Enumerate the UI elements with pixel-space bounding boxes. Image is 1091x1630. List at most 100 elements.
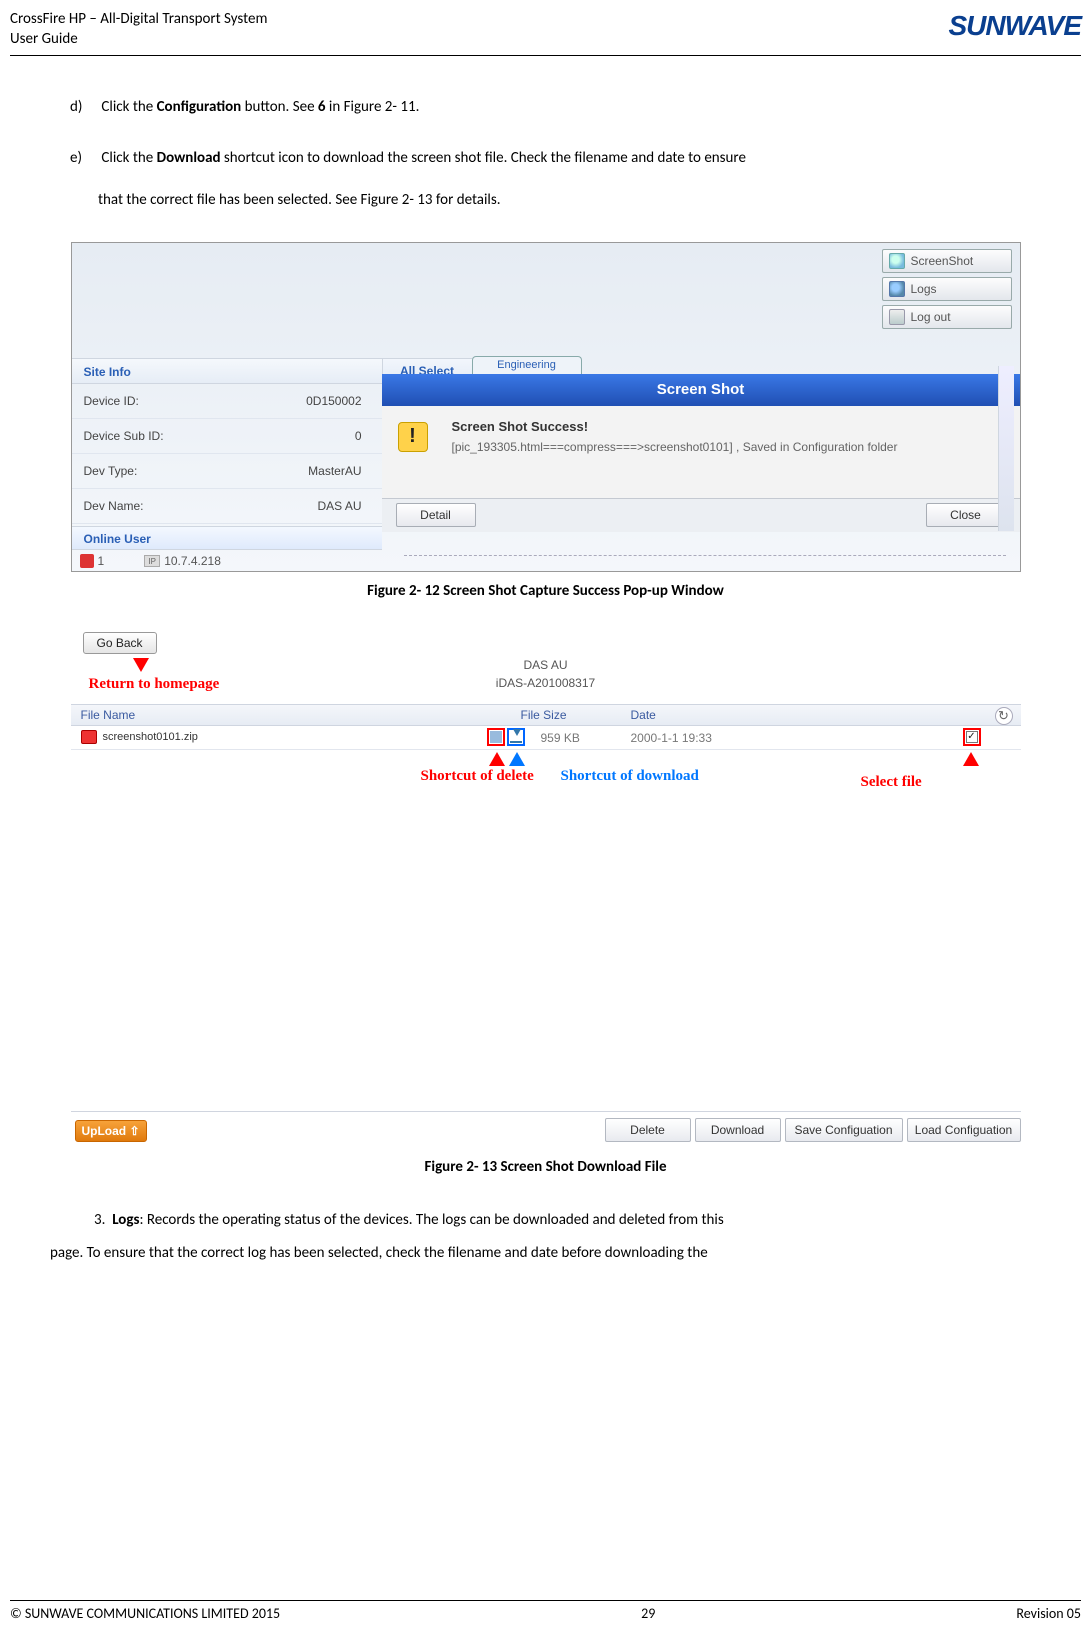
figure-2-13: Go Back Return to homepage DAS AU iDAS-A…	[71, 628, 1021, 1148]
close-button[interactable]: Close	[926, 503, 1006, 527]
save-config-button[interactable]: Save Configuation	[785, 1118, 903, 1142]
online-user-header[interactable]: Online User	[72, 526, 382, 550]
logout-label: Log out	[911, 310, 951, 324]
screenshot-label: ScreenShot	[911, 254, 974, 268]
trash-icon	[490, 731, 502, 743]
file-row[interactable]: screenshot0101.zip 959 KB 2000-1-1 19:33…	[71, 726, 1021, 750]
site-info-header[interactable]: Site Info	[72, 358, 382, 384]
row-device-sub: Device Sub ID:0	[72, 419, 382, 454]
doc-title-line1: CrossFire HP – All-Digital Transport Sys…	[10, 10, 267, 30]
refresh-icon: ↻	[998, 708, 1009, 724]
doc-title: CrossFire HP – All-Digital Transport Sys…	[10, 10, 267, 49]
checkbox-icon: ✓	[966, 731, 978, 743]
item-3-line1: : Records the operating status of the de…	[139, 1211, 723, 1229]
page-footer: © SUNWAVE COMMUNICATIONS LIMITED 2015 29…	[10, 1600, 1081, 1622]
go-back-button[interactable]: Go Back	[83, 632, 157, 654]
footer-left: © SUNWAVE COMMUNICATIONS LIMITED 2015	[10, 1605, 280, 1622]
device-sub-value: 0	[222, 429, 382, 443]
step-e: e) Click the Download shortcut icon to d…	[70, 147, 1061, 170]
doc-title-line2: User Guide	[10, 30, 267, 50]
step-d-mid: button. See	[241, 98, 318, 116]
step-d-bold2: 6	[318, 98, 326, 116]
zip-icon	[81, 730, 97, 744]
item-3-line2: page. To ensure that the correct log has…	[50, 1237, 1041, 1270]
file-date: 2000-1-1 19:33	[631, 731, 712, 745]
camera-icon	[889, 253, 905, 269]
delete-button[interactable]: Delete	[605, 1118, 691, 1142]
annotation-download: Shortcut of download	[561, 768, 699, 785]
step-e-line2: that the correct file has been selected.…	[98, 189, 1061, 212]
arrow-download-icon	[509, 752, 525, 766]
user-icon	[80, 554, 94, 568]
screenshot-button[interactable]: ScreenShot	[882, 249, 1012, 273]
dialog-button-bar: Detail Close	[382, 498, 1020, 532]
step-d-bold: Configuration	[157, 98, 242, 116]
marker-e: e)	[70, 147, 98, 170]
annotation-select: Select file	[861, 774, 922, 791]
detail-button[interactable]: Detail	[396, 503, 476, 527]
item-3-bold: Logs	[112, 1211, 139, 1229]
logs-button[interactable]: Logs	[882, 277, 1012, 301]
col-date[interactable]: Date	[631, 708, 656, 722]
select-file-box[interactable]: ✓	[963, 728, 981, 746]
figure-2-12: ScreenShot Logs Log out Site Info Device…	[71, 242, 1021, 572]
dev-type-value: MasterAU	[222, 464, 382, 478]
logout-icon	[889, 309, 905, 325]
footer-right: Revision 05	[1016, 1605, 1081, 1622]
dev-name-value: DAS AU	[222, 499, 382, 513]
ip-value: 10.7.4.218	[164, 554, 221, 568]
annotation-delete: Shortcut of delete	[421, 768, 534, 785]
row-device-id: Device ID:0D150002	[72, 384, 382, 419]
col-filename[interactable]: File Name	[81, 708, 136, 722]
online-user-row: 1 IP 10.7.4.218	[72, 550, 382, 572]
step-e-pre: Click the	[101, 149, 156, 167]
warning-icon: !	[398, 422, 428, 452]
site-info-table: Device ID:0D150002 Device Sub ID:0 Dev T…	[72, 384, 382, 524]
dev-name-label: Dev Name:	[72, 499, 222, 513]
step-d-pre: Click the	[101, 98, 156, 116]
axis-dash	[404, 555, 1006, 556]
footer-page-number: 29	[641, 1605, 655, 1622]
row-dev-type: Dev Type:MasterAU	[72, 454, 382, 489]
delete-shortcut[interactable]	[487, 728, 505, 746]
step-e-bold: Download	[157, 149, 221, 167]
ip-icon: IP	[144, 555, 160, 567]
upload-button[interactable]: UpLoad ⇧	[75, 1120, 147, 1142]
step-e-post1: shortcut icon to download the screen sho…	[221, 149, 746, 167]
figure-2-13-caption: Figure 2- 13 Screen Shot Download File	[30, 1158, 1061, 1176]
device-id-label: Device ID:	[72, 394, 222, 408]
download-icon	[510, 731, 522, 743]
dialog-title: Screen Shot	[382, 374, 1020, 406]
logo-icon: SUNWAVE	[949, 10, 1082, 42]
f2-title: DAS AU	[71, 658, 1021, 672]
device-sub-label: Device Sub ID:	[72, 429, 222, 443]
download-shortcut[interactable]	[507, 728, 525, 746]
user-count: 1	[98, 554, 105, 568]
logout-button[interactable]: Log out	[882, 305, 1012, 329]
arrow-delete-icon	[489, 752, 505, 766]
globe-icon	[889, 281, 905, 297]
device-id-value: 0D150002	[222, 394, 382, 408]
logs-label: Logs	[911, 282, 937, 296]
marker-d: d)	[70, 96, 98, 119]
page-header: CrossFire HP – All-Digital Transport Sys…	[10, 10, 1081, 56]
f2-subtitle: iDAS-A201008317	[71, 676, 1021, 690]
dev-type-label: Dev Type:	[72, 464, 222, 478]
file-table-header: File Name File Size Date ↻	[71, 704, 1021, 726]
figure-2-12-caption: Figure 2- 12 Screen Shot Capture Success…	[30, 582, 1061, 600]
col-filesize[interactable]: File Size	[521, 708, 567, 722]
step-d-post: in Figure 2- 11.	[326, 98, 420, 116]
toolbar-divider	[71, 1111, 1021, 1112]
load-config-button[interactable]: Load Configuation	[907, 1118, 1021, 1142]
file-name: screenshot0101.zip	[103, 731, 198, 743]
engineering-tab[interactable]: Engineering	[472, 356, 582, 374]
item-3-num: 3.	[94, 1211, 105, 1229]
item-3: 3. Logs: Records the operating status of…	[120, 1204, 1041, 1237]
dialog-detail-text: [pic_193305.html===compress===>screensho…	[452, 439, 1000, 456]
download-button[interactable]: Download	[695, 1118, 781, 1142]
step-d: d) Click the Configuration button. See 6…	[70, 96, 1061, 119]
refresh-button[interactable]: ↻	[995, 707, 1013, 725]
file-size: 959 KB	[541, 731, 580, 745]
arrow-select-icon	[963, 752, 979, 766]
row-dev-name: Dev Name:DAS AU	[72, 489, 382, 524]
